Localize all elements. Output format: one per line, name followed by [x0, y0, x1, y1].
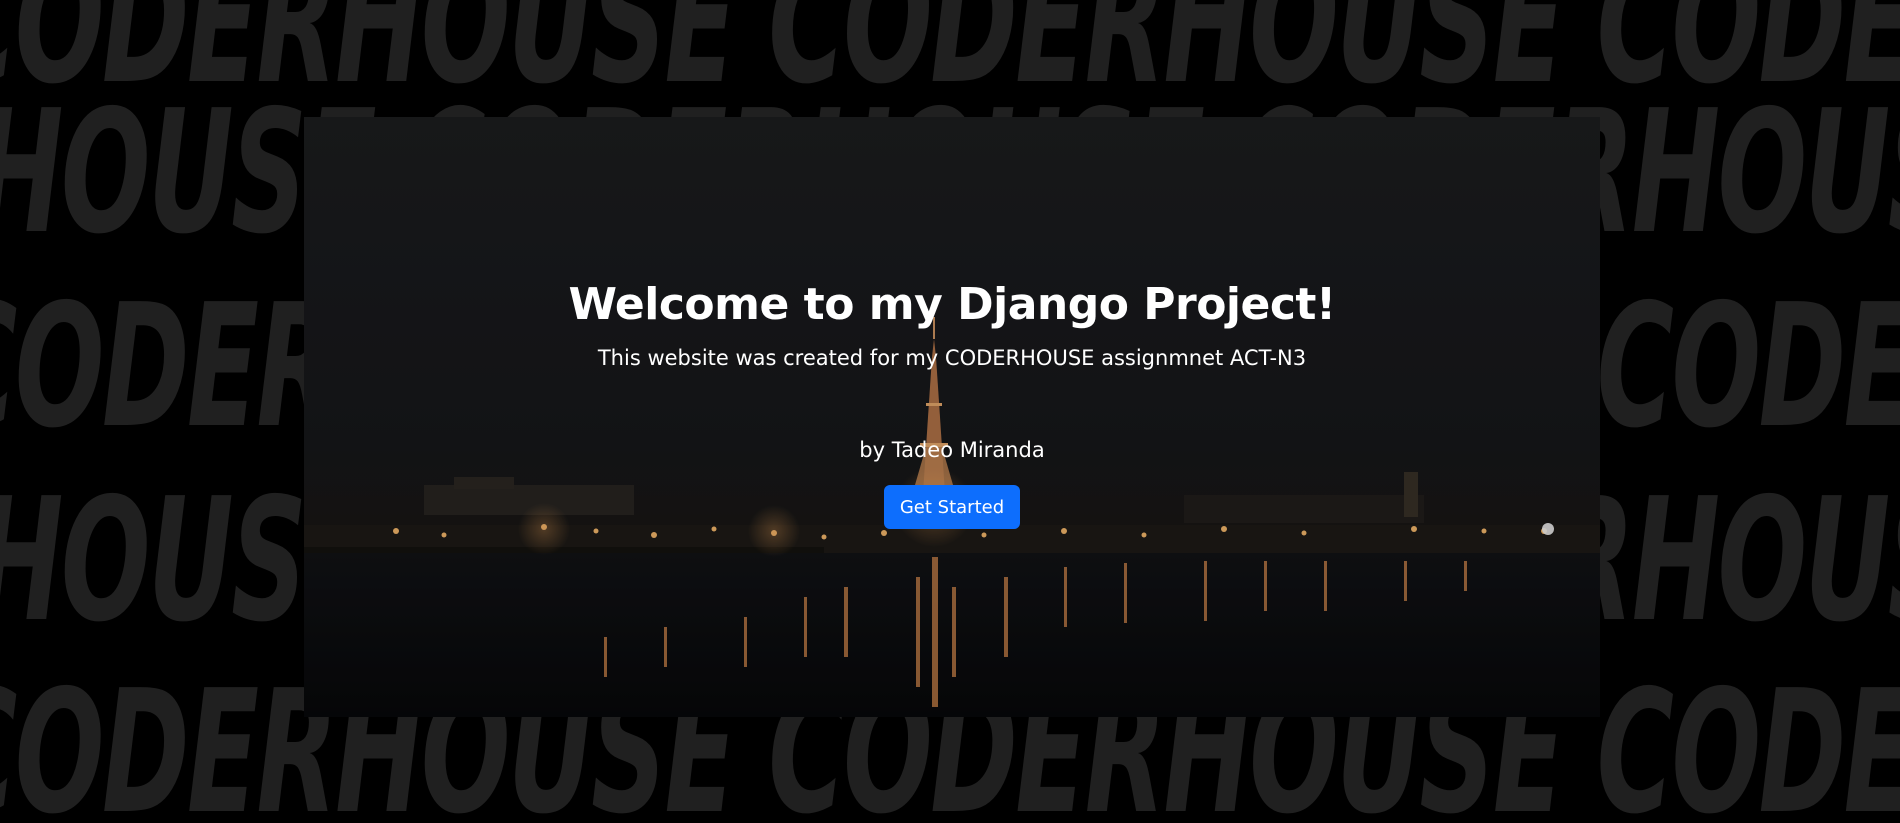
- hero-author: by Tadeo Miranda: [859, 438, 1045, 462]
- get-started-button[interactable]: Get Started: [883, 485, 1021, 529]
- hero-title: Welcome to my Django Project!: [568, 279, 1336, 330]
- hero-content: Welcome to my Django Project! This websi…: [304, 277, 1600, 529]
- hero-subtitle: This website was created for my CODERHOU…: [597, 346, 1307, 370]
- hero-section: Welcome to my Django Project! This websi…: [304, 117, 1600, 717]
